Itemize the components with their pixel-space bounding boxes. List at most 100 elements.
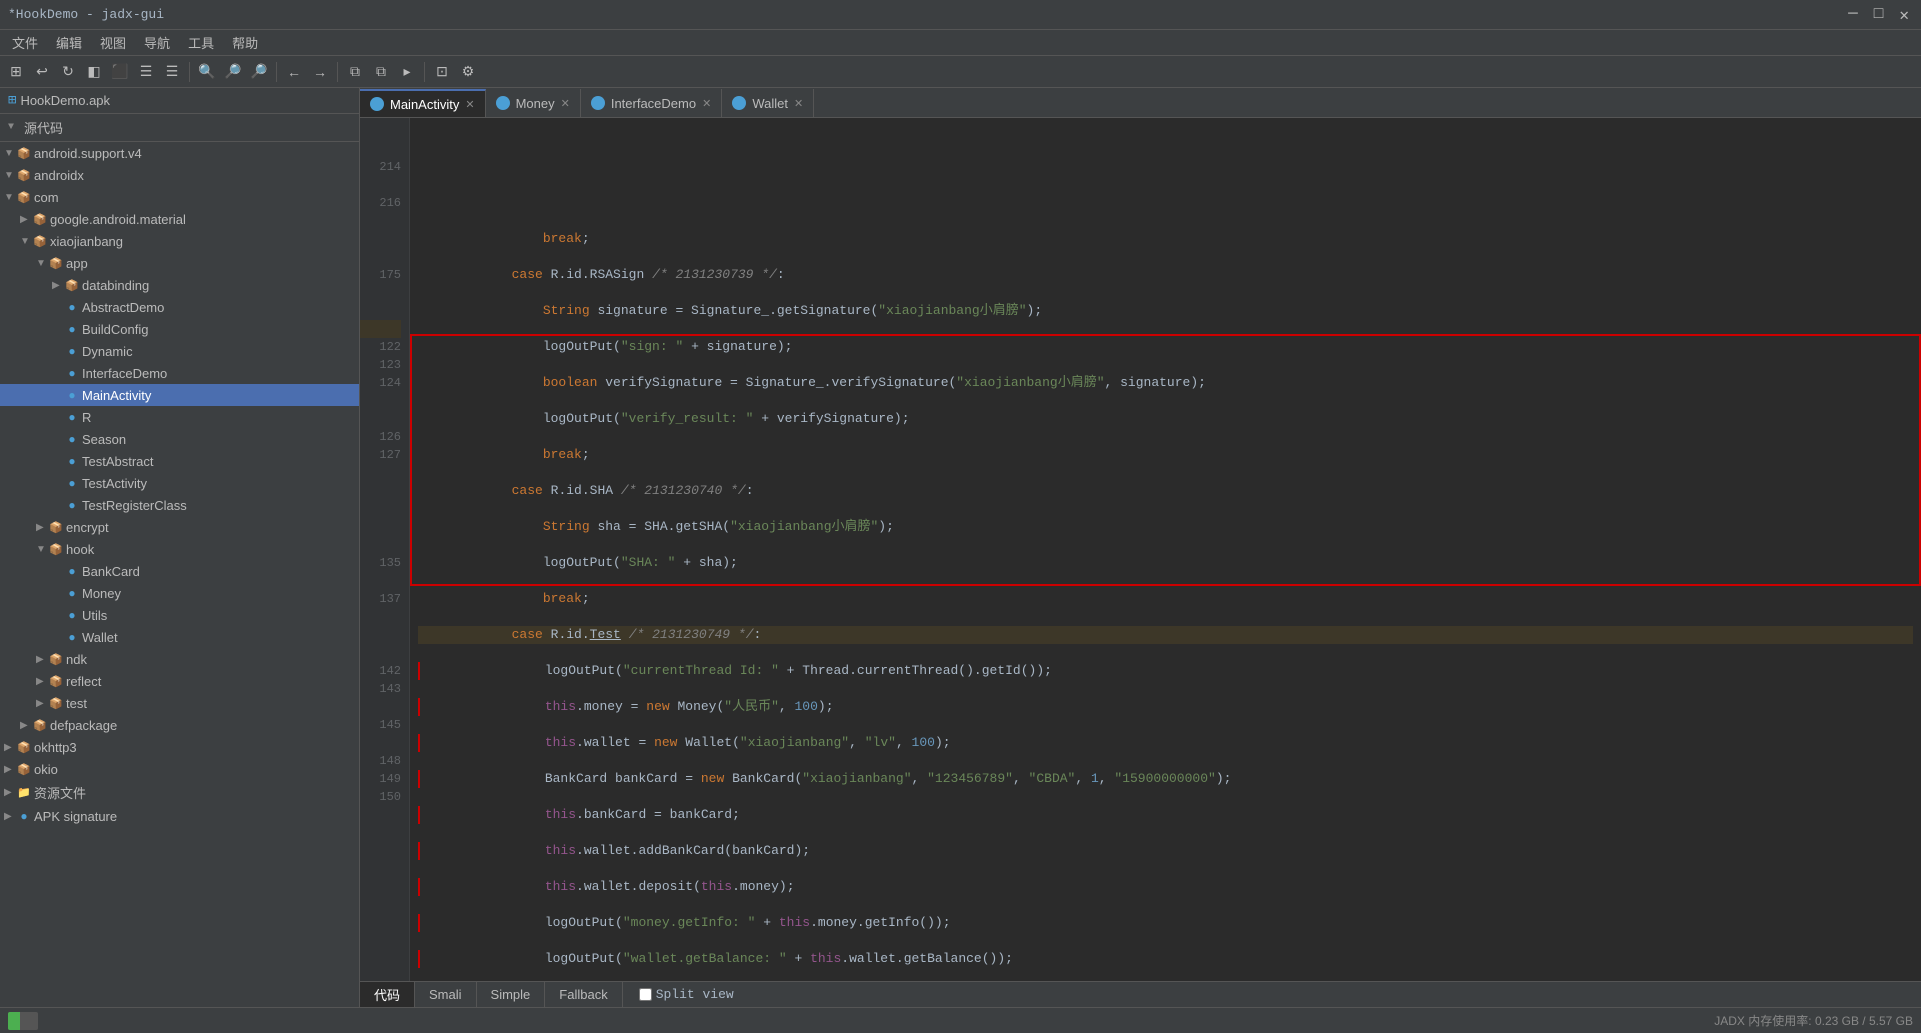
toolbar-btn-13[interactable]: ⊡ — [430, 60, 454, 84]
bottom-tab-code[interactable]: 代码 — [360, 982, 415, 1008]
tab-wallet[interactable]: Wallet ✕ — [722, 89, 814, 117]
tree-resources[interactable]: ▶ 📁 资源文件 — [0, 780, 359, 805]
tree-hook[interactable]: ▼ 📦 hook — [0, 538, 359, 560]
code-line-21: logOutPut("wallet.getBalance: " + this.w… — [418, 950, 1913, 968]
tree-mainactivity[interactable]: ● MainActivity — [0, 384, 359, 406]
ln-148: 148 — [360, 752, 401, 770]
toolbar-btn-4[interactable]: ◧ — [82, 60, 106, 84]
tab-close-wallet[interactable]: ✕ — [794, 97, 803, 110]
ln-empty-13 — [360, 482, 401, 500]
ln-empty-19 — [360, 626, 401, 644]
split-view-label[interactable]: Split view — [639, 987, 734, 1002]
tree-container: ▼ 📦 android.support.v4 ▼ 📦 androidx ▼ 📦 — [0, 142, 359, 1005]
menu-tools[interactable]: 工具 — [180, 31, 222, 54]
toolbar-search[interactable]: 🔍 — [195, 60, 219, 84]
bottom-tab-fallback[interactable]: Fallback — [545, 982, 622, 1008]
toolbar-btn-6[interactable]: ☰ — [134, 60, 158, 84]
toolbar-btn-1[interactable]: ⊞ — [4, 60, 28, 84]
tab-close-mainactivity[interactable]: ✕ — [465, 98, 474, 111]
editor-area: MainActivity ✕ Money ✕ InterfaceDemo ✕ W… — [360, 88, 1921, 1007]
tree-money[interactable]: ● Money — [0, 582, 359, 604]
tree-testregisterclass[interactable]: ● TestRegisterClass — [0, 494, 359, 516]
tree-android-support[interactable]: ▼ 📦 android.support.v4 — [0, 142, 359, 164]
ln-empty-9 — [360, 320, 401, 338]
tab-close-interfacedemo[interactable]: ✕ — [702, 97, 711, 110]
tree-ndk[interactable]: ▶ 📦 ndk — [0, 648, 359, 670]
tree-r[interactable]: ● R — [0, 406, 359, 428]
tree-okio[interactable]: ▶ 📦 okio — [0, 758, 359, 780]
tree-dynamic[interactable]: ● Dynamic — [0, 340, 359, 362]
toolbar-btn-12[interactable]: ▸ — [395, 60, 419, 84]
code-line-15: this.wallet = new Wallet("xiaojianbang",… — [418, 734, 1913, 752]
tree-app[interactable]: ▼ 📦 app — [0, 252, 359, 274]
ln-214: 214 — [360, 158, 401, 176]
ln-124: 124 — [360, 374, 401, 392]
tree-com[interactable]: ▼ 📦 com — [0, 186, 359, 208]
tab-mainactivity[interactable]: MainActivity ✕ — [360, 89, 486, 117]
toolbar-btn-2[interactable]: ↩ — [30, 60, 54, 84]
tree-season[interactable]: ● Season — [0, 428, 359, 450]
code-line-19: this.wallet.deposit(this.money); — [418, 878, 1913, 896]
tree-reflect[interactable]: ▶ 📦 reflect — [0, 670, 359, 692]
tab-icon-wallet — [732, 96, 746, 110]
toolbar-btn-5[interactable]: ⬛ — [108, 60, 132, 84]
tree-buildconfig[interactable]: ● BuildConfig — [0, 318, 359, 340]
code-line-16: BankCard bankCard = new BankCard("xiaoji… — [418, 770, 1913, 788]
menu-navigate[interactable]: 导航 — [136, 31, 178, 54]
tree-defpackage[interactable]: ▶ 📦 defpackage — [0, 714, 359, 736]
tree-testabstract[interactable]: ● TestAbstract — [0, 450, 359, 472]
tree-utils[interactable]: ● Utils — [0, 604, 359, 626]
minimize-button[interactable]: ─ — [1844, 5, 1862, 25]
tree-google[interactable]: ▶ 📦 google.android.material — [0, 208, 359, 230]
bottom-tab-simple[interactable]: Simple — [477, 982, 546, 1008]
toolbar: ⊞ ↩ ↻ ◧ ⬛ ☰ ☰ 🔍 🔎 🔎 ← → ⧉ ⧉ ▸ ⊡ ⚙ — [0, 56, 1921, 88]
tab-money[interactable]: Money ✕ — [486, 89, 581, 117]
code-content[interactable]: break; case R.id.RSASign /* 2131230739 *… — [410, 118, 1921, 981]
app-name: HookDemo.apk — [20, 93, 110, 108]
toolbar-separator — [189, 62, 190, 82]
tab-interfacedemo[interactable]: InterfaceDemo ✕ — [581, 89, 722, 117]
toolbar-separator-2 — [276, 62, 277, 82]
tree-encrypt[interactable]: ▶ 📦 encrypt — [0, 516, 359, 538]
menu-edit[interactable]: 编辑 — [48, 31, 90, 54]
maximize-button[interactable]: □ — [1870, 5, 1888, 25]
toolbar-btn-8[interactable]: 🔎 — [221, 60, 245, 84]
ln-127: 127 — [360, 446, 401, 464]
ln-122: 122 — [360, 338, 401, 356]
menu-bar: 文件 编辑 视图 导航 工具 帮助 — [0, 30, 1921, 56]
toolbar-btn-3[interactable]: ↻ — [56, 60, 80, 84]
bottom-tab-smali[interactable]: Smali — [415, 982, 477, 1008]
toolbar-forward[interactable]: → — [308, 60, 332, 84]
ln-empty-1 — [360, 122, 401, 140]
toolbar-btn-7[interactable]: ☰ — [160, 60, 184, 84]
window-controls[interactable]: ─ □ ✕ — [1844, 5, 1913, 25]
ln-empty-12 — [360, 464, 401, 482]
menu-help[interactable]: 帮助 — [224, 31, 266, 54]
progress-fill — [8, 1012, 20, 1030]
tree-test[interactable]: ▶ 📦 test — [0, 692, 359, 714]
menu-file[interactable]: 文件 — [4, 31, 46, 54]
menu-view[interactable]: 视图 — [92, 31, 134, 54]
ln-empty-2 — [360, 140, 401, 158]
tree-xiaojianbang[interactable]: ▼ 📦 xiaojianbang — [0, 230, 359, 252]
tab-close-money[interactable]: ✕ — [561, 97, 570, 110]
tree-okhttp3[interactable]: ▶ 📦 okhttp3 — [0, 736, 359, 758]
split-view-checkbox[interactable] — [639, 988, 652, 1001]
toolbar-btn-10[interactable]: ⧉ — [343, 60, 367, 84]
toolbar-btn-11[interactable]: ⧉ — [369, 60, 393, 84]
toolbar-back[interactable]: ← — [282, 60, 306, 84]
tree-signature[interactable]: ▶ ● APK signature — [0, 805, 359, 827]
toolbar-btn-9[interactable]: 🔎 — [247, 60, 271, 84]
close-button[interactable]: ✕ — [1895, 5, 1913, 25]
tree-bankcard[interactable]: ● BankCard — [0, 560, 359, 582]
code-line-13: logOutPut("currentThread Id: " + Thread.… — [418, 662, 1913, 680]
tree-databinding[interactable]: ▶ 📦 databinding — [0, 274, 359, 296]
tree-interfacedemo[interactable]: ● InterfaceDemo — [0, 362, 359, 384]
tree-wallet[interactable]: ● Wallet — [0, 626, 359, 648]
tree-androidx[interactable]: ▼ 📦 androidx — [0, 164, 359, 186]
tree-abstractdemo[interactable]: ● AbstractDemo — [0, 296, 359, 318]
sidebar: ⊞ HookDemo.apk ▼ 源代码 ▼ 📦 android.support… — [0, 88, 360, 1007]
ln-empty-6 — [360, 248, 401, 266]
toolbar-settings[interactable]: ⚙ — [456, 60, 480, 84]
tree-testactivity[interactable]: ● TestActivity — [0, 472, 359, 494]
